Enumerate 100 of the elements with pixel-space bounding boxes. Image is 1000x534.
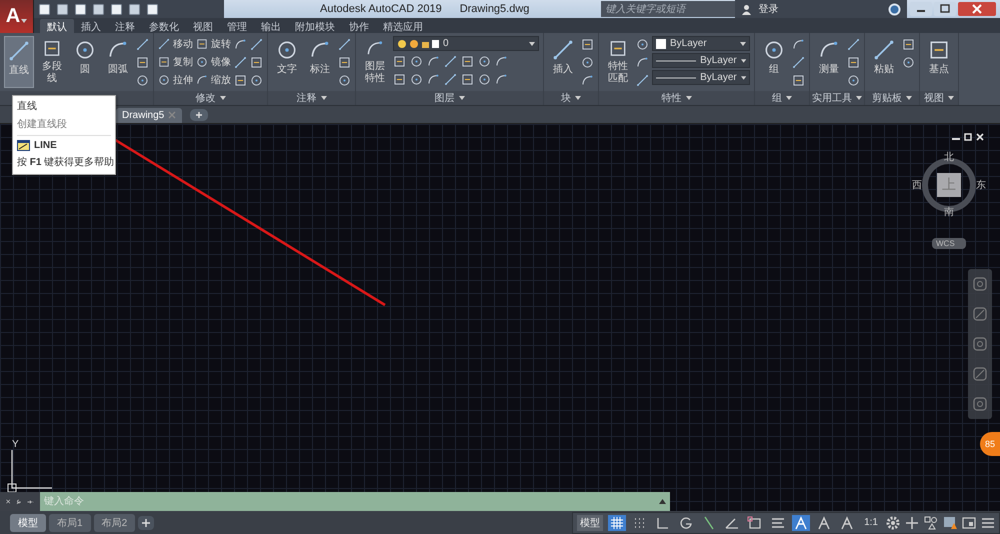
toolbar-icon[interactable] [128,2,141,16]
ribbon-tab[interactable]: 附加模块 [288,19,342,33]
tool-button[interactable]: 文字 [272,36,302,88]
layout-tab[interactable]: 模型 [10,514,46,532]
panel-title[interactable]: 视图 [924,91,954,105]
plus-icon[interactable] [905,516,919,530]
compass-label[interactable]: 南 [944,207,954,218]
toolbar-icon[interactable] [146,2,159,16]
ribbon-tab[interactable]: 插入 [74,19,108,33]
layer-tool-button[interactable] [444,53,457,69]
status-toggle-icon[interactable] [792,514,810,530]
panel-title[interactable]: 注释 [296,91,326,105]
tool-button[interactable]: 旋转 [196,36,231,52]
app-menu-button[interactable]: A [0,0,34,33]
panel-title[interactable]: 修改 [196,91,226,105]
nav-tool-icon[interactable] [972,396,988,412]
tool-button[interactable] [234,54,247,70]
panel-title[interactable]: 剪贴板 [872,91,912,105]
file-tab[interactable]: Drawing5 [116,108,182,123]
wrench-icon[interactable] [16,496,22,506]
tool-icon [234,38,247,50]
tool-button[interactable]: 移动 [158,36,193,52]
layer-state-icon [397,38,439,48]
nav-tool-icon[interactable] [972,366,988,382]
tool-button[interactable] [792,54,805,70]
tool-button[interactable] [338,36,351,52]
tool-button[interactable]: 直线 [4,36,34,88]
layout-tab[interactable]: 布局2 [94,514,136,532]
tool-button[interactable]: 圆弧 [103,36,133,88]
new-layout-icon[interactable] [138,516,154,530]
maximize-icon[interactable] [934,2,956,16]
ribbon-tab[interactable]: 精选应用 [376,19,430,33]
tool-button[interactable]: 特性匹配 [603,36,633,88]
fullscreen-icon[interactable] [962,516,976,530]
compass-label[interactable]: 西 [912,180,922,191]
panel-title[interactable]: 块 [561,91,581,105]
panel-title[interactable]: 实用工具 [812,91,862,105]
warning-icon[interactable] [943,516,957,530]
tool-button[interactable]: 组 [759,36,789,88]
annotation-scale-button[interactable]: 1:1 [861,517,881,528]
nav-tool-icon[interactable] [972,336,988,352]
tool-button[interactable] [636,72,649,88]
nav-tool-icon[interactable] [972,306,988,322]
settings-icon[interactable] [886,516,900,530]
tool-button[interactable]: 多段线 [37,36,67,88]
compass-label[interactable]: 东 [976,180,986,191]
restore-icon[interactable] [964,133,972,141]
new-tab-icon[interactable] [190,108,208,120]
command-input[interactable]: 键入命令 [44,496,655,507]
tool-icon [410,54,423,68]
tool-icon [234,56,247,68]
toolbar-icon[interactable] [38,2,51,16]
tool-icon [158,56,170,68]
ribbon-tab[interactable]: 输出 [254,19,288,33]
ucs-menu[interactable]: WCS [932,238,966,249]
tool-button[interactable]: 测量 [814,36,844,88]
layer-dropdown[interactable]: 0 [393,36,539,51]
tool-button[interactable] [250,36,263,52]
nav-tool-icon[interactable] [972,276,988,292]
tool-button[interactable]: 基点 [924,36,954,88]
tool-button[interactable] [847,36,860,52]
ribbon-tab[interactable]: 协作 [342,19,376,33]
tool-button[interactable]: 缩放 [196,72,231,88]
tool-button[interactable]: 圆 [70,36,100,88]
compass-label[interactable]: 北 [944,152,954,163]
toolbar-icon[interactable] [92,2,105,16]
sign-in-button[interactable]: 登录 [758,2,778,16]
panel-title[interactable]: 特性 [662,91,692,105]
tool-button[interactable] [136,36,149,52]
command-input-field[interactable]: 键入命令 [40,492,670,511]
tool-button[interactable]: 标注 [305,36,335,88]
layer-tool-button[interactable] [444,71,457,87]
tool-button[interactable]: 拉伸 [158,72,193,88]
toolbar-icon[interactable] [56,2,69,16]
line-dropdown[interactable]: ByLayer [652,70,750,85]
caret-icon [740,76,746,80]
ribbon-tab[interactable]: 默认 [40,19,74,33]
ribbon-tab[interactable]: 管理 [220,19,254,33]
tool-button[interactable]: 复制 [158,54,193,70]
panel-title[interactable]: 图层 [434,91,464,105]
color-dropdown[interactable]: ByLayer [652,36,750,51]
tool-icon [8,40,30,62]
ribbon-tab[interactable]: 视图 [186,19,220,33]
layout-tab[interactable]: 布局1 [49,514,91,532]
ucs-icon [6,450,52,492]
ribbon-tab[interactable]: 参数化 [142,19,186,33]
panel-title[interactable]: 组 [772,91,792,105]
menu-icon[interactable] [981,516,995,530]
isolate-objects-icon[interactable] [924,516,938,530]
tool-button[interactable]: 插入 [548,36,578,88]
model-space-button[interactable]: 模型 [577,514,604,530]
line-dropdown[interactable]: ByLayer [652,53,750,68]
tool-button[interactable]: 图层特性 [360,36,390,88]
tool-button[interactable]: 镜像 [196,54,231,70]
status-toggle-icon[interactable] [608,514,626,530]
tool-button[interactable]: 粘贴 [869,36,899,88]
ribbon-tab[interactable]: 注释 [108,19,142,33]
caret-icon[interactable] [659,499,666,504]
toolbar-icon[interactable] [110,2,123,16]
toolbar-icon[interactable] [74,2,87,16]
